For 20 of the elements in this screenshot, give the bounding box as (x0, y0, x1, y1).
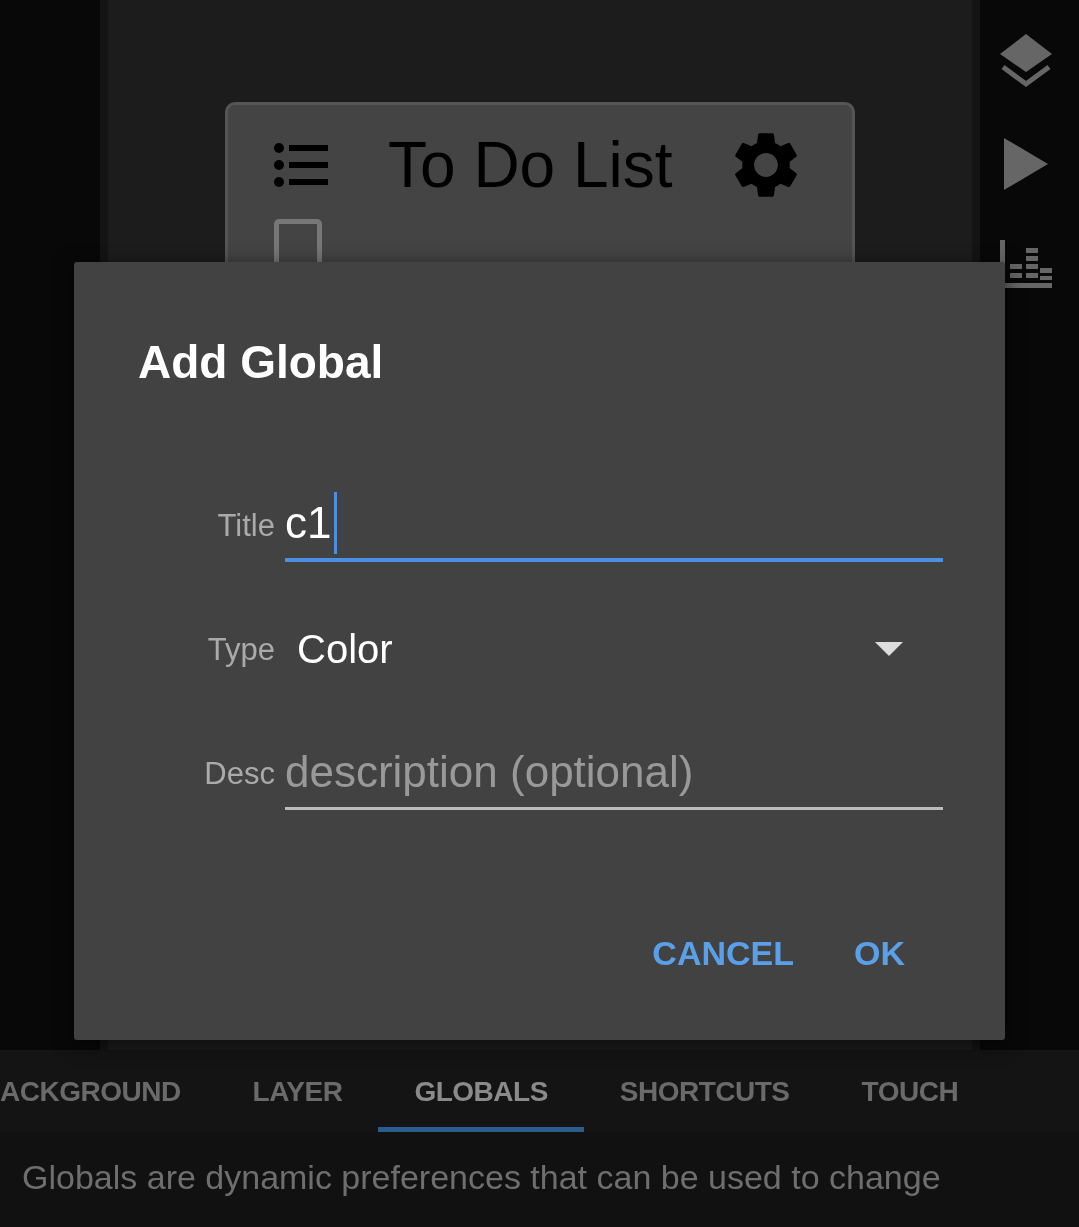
type-dropdown[interactable]: Color (285, 606, 943, 686)
ok-button[interactable]: OK (834, 920, 925, 987)
help-paragraph: Globals are dynamic preferences that can be used to change (22, 1158, 942, 1197)
tab[interactable]: TOUCH (825, 1050, 995, 1132)
list-icon[interactable] (274, 143, 328, 187)
field-label: Title (216, 508, 276, 545)
dialog-title: Add Global (138, 335, 385, 390)
field-label: Desc (203, 756, 276, 793)
text-field[interactable]: description (optional) (285, 730, 943, 810)
layers-icon[interactable] (999, 34, 1052, 88)
dropdown-arrow-icon (875, 642, 903, 656)
play-icon[interactable] (1003, 138, 1048, 190)
cancel-button[interactable]: CANCEL (632, 920, 814, 987)
settings-icon[interactable] (732, 132, 799, 198)
tab[interactable]: ACKGROUND (0, 1050, 217, 1132)
text-field[interactable]: c1 (285, 482, 943, 562)
tab[interactable]: SHORTCUTS (583, 1050, 826, 1132)
field-label: Type (206, 632, 276, 669)
tab[interactable]: LAYER (216, 1050, 379, 1132)
widget-title: To Do List (388, 128, 673, 203)
